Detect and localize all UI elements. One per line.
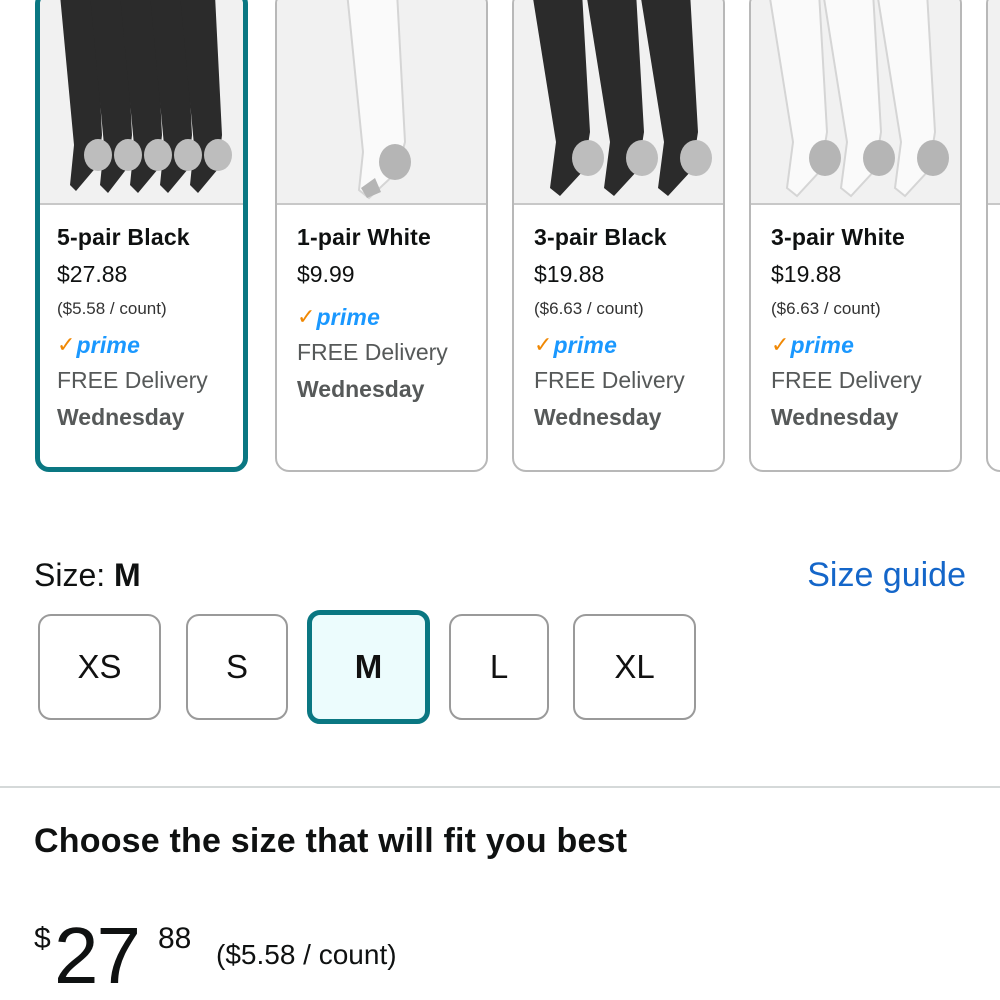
- prime-label: prime: [316, 304, 381, 330]
- variant-price: $19.88: [534, 261, 605, 287]
- prime-check-icon: ✓: [771, 332, 790, 357]
- delivery-text: FREE Delivery: [534, 367, 685, 393]
- prime-badge: ✓ prime: [771, 332, 960, 358]
- delivery-text: FREE Delivery: [297, 339, 448, 365]
- prime-check-icon: ✓: [534, 332, 553, 357]
- variant-card-5-pair-black[interactable]: 5-pair Black $27.88 ($5.58 / count) ✓ pr…: [35, 0, 248, 472]
- variant-unit-price: ($6.63 / count): [534, 299, 644, 318]
- size-advice-heading: Choose the size that will fit you best: [34, 822, 628, 860]
- variant-card-next-partial[interactable]: [986, 0, 1000, 472]
- size-option-xs[interactable]: XS: [38, 614, 161, 720]
- prime-check-icon: ✓: [57, 332, 76, 357]
- price-fraction: 88: [158, 922, 192, 955]
- size-label-prefix: Size:: [34, 557, 115, 593]
- price-whole: 27: [54, 911, 141, 1000]
- variant-card-1-pair-white[interactable]: 1-pair White $9.99 ✓ prime FREE Delivery…: [275, 0, 488, 472]
- variant-price: $27.88: [57, 261, 128, 287]
- variant-card-3-pair-black[interactable]: 3-pair Black $19.88 ($6.63 / count) ✓ pr…: [512, 0, 725, 472]
- delivery-day: Wednesday: [57, 404, 185, 430]
- prime-check-icon: ✓: [297, 304, 316, 329]
- product-image: [40, 0, 243, 205]
- prime-label: prime: [76, 332, 141, 358]
- variant-unit-price: ($6.63 / count): [771, 299, 881, 318]
- delivery-day: Wednesday: [297, 376, 425, 402]
- size-option-l[interactable]: L: [449, 614, 549, 720]
- variant-card-3-pair-white[interactable]: 3-pair White $19.88 ($6.63 / count) ✓ pr…: [749, 0, 962, 472]
- price-currency-symbol: $: [34, 922, 51, 955]
- section-divider: [0, 786, 1000, 788]
- prime-label: prime: [553, 332, 618, 358]
- prime-badge: ✓ prime: [57, 332, 243, 358]
- size-label: Size: M: [34, 555, 141, 595]
- variant-price: $9.99: [297, 261, 355, 287]
- size-selected-value: M: [114, 557, 141, 593]
- delivery-text: FREE Delivery: [771, 367, 922, 393]
- product-image: [751, 0, 960, 205]
- size-option-s[interactable]: S: [186, 614, 288, 720]
- variant-unit-price: ($5.58 / count): [57, 299, 167, 318]
- prime-badge: ✓ prime: [534, 332, 723, 358]
- product-image: [988, 0, 1000, 205]
- variant-title: 3-pair Black: [534, 224, 667, 250]
- prime-badge: ✓ prime: [297, 304, 486, 330]
- variant-title: 5-pair Black: [57, 224, 190, 250]
- variant-price: $19.88: [771, 261, 842, 287]
- delivery-text: FREE Delivery: [57, 367, 208, 393]
- delivery-day: Wednesday: [771, 404, 899, 430]
- variant-title: 1-pair White: [297, 224, 432, 250]
- size-option-xl[interactable]: XL: [573, 614, 696, 720]
- delivery-day: Wednesday: [534, 404, 662, 430]
- prime-label: prime: [790, 332, 855, 358]
- variant-strip: 5-pair Black $27.88 ($5.58 / count) ✓ pr…: [0, 0, 1000, 490]
- price-unit: ($5.58 / count): [216, 939, 397, 970]
- size-header: Size: M Size guide: [34, 555, 966, 599]
- product-image: [514, 0, 723, 205]
- product-image: [277, 0, 486, 205]
- variant-title: 3-pair White: [771, 224, 906, 250]
- size-guide-link[interactable]: Size guide: [807, 555, 966, 595]
- size-option-m[interactable]: M: [307, 610, 430, 724]
